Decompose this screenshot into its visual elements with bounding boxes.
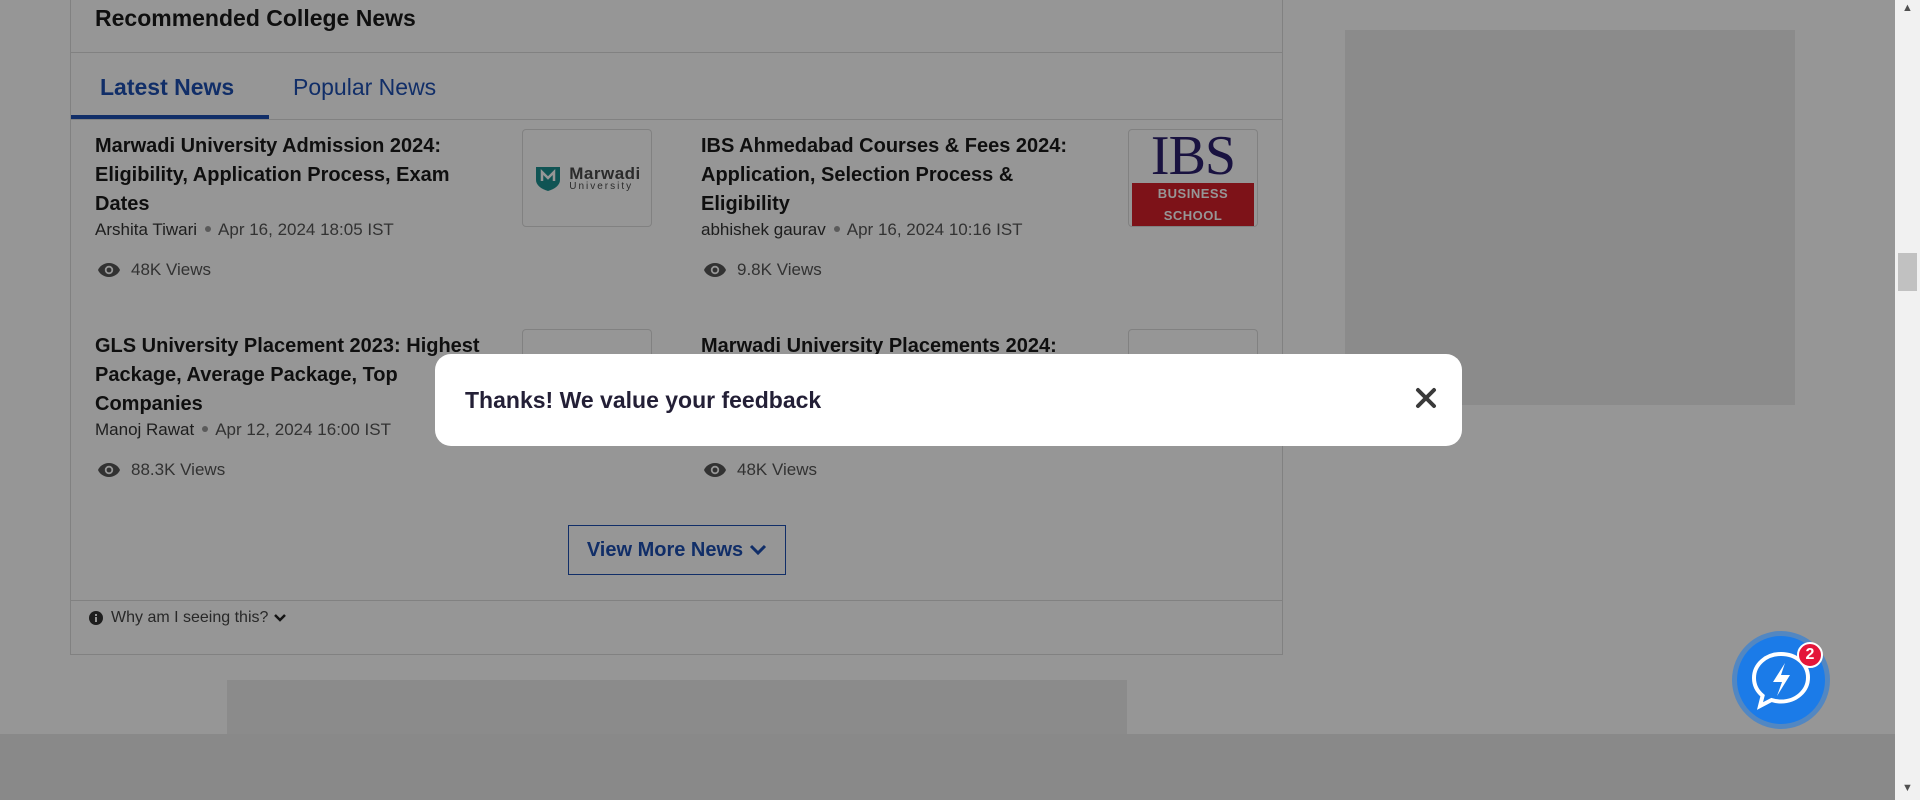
notification-badge: 2 <box>1797 642 1823 668</box>
scroll-up-arrow-icon[interactable]: ▲ <box>1900 2 1915 17</box>
feedback-toast: Thanks! We value your feedback <box>435 354 1462 446</box>
chat-button[interactable]: 2 <box>1731 630 1831 730</box>
scrollbar[interactable] <box>1895 0 1920 800</box>
feedback-message: Thanks! We value your feedback <box>465 387 822 413</box>
scroll-down-arrow-icon[interactable]: ▼ <box>1900 782 1915 797</box>
close-icon[interactable] <box>1408 380 1444 416</box>
scrollbar-thumb[interactable] <box>1898 253 1917 291</box>
